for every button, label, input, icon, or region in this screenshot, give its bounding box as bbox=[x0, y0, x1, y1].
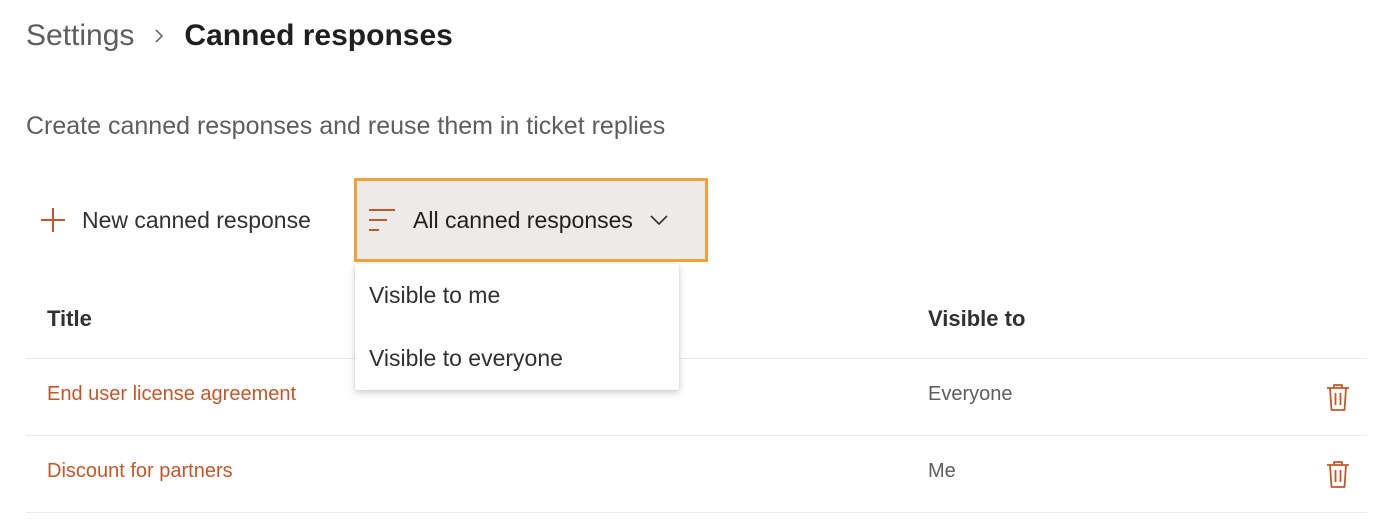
chevron-right-icon bbox=[134, 27, 184, 45]
filter-dropdown-menu: Visible to me Visible to everyone bbox=[355, 264, 679, 390]
trash-icon[interactable] bbox=[1323, 381, 1353, 413]
breadcrumb-settings-link[interactable]: Settings bbox=[26, 19, 134, 53]
toolbar: New canned response All canned responses bbox=[26, 178, 708, 262]
table-row: Discount for partners Me bbox=[26, 436, 1367, 513]
visible-to-value: Me bbox=[928, 460, 956, 482]
response-title-link[interactable]: Discount for partners bbox=[47, 460, 233, 483]
column-header-title[interactable]: Title bbox=[47, 306, 92, 332]
new-canned-response-label: New canned response bbox=[82, 206, 311, 233]
chevron-down-icon bbox=[649, 213, 669, 227]
filter-lines-icon bbox=[367, 206, 399, 234]
filter-dropdown-button[interactable]: All canned responses bbox=[354, 178, 708, 262]
filter-dropdown-label: All canned responses bbox=[413, 206, 633, 233]
trash-icon[interactable] bbox=[1323, 458, 1353, 490]
page-description: Create canned responses and reuse them i… bbox=[26, 112, 666, 140]
column-header-visible-to[interactable]: Visible to bbox=[928, 306, 1025, 332]
menu-item-visible-to-everyone[interactable]: Visible to everyone bbox=[355, 327, 679, 390]
menu-item-visible-to-me[interactable]: Visible to me bbox=[355, 264, 679, 327]
plus-icon bbox=[38, 205, 68, 235]
table-header: Title Visible to bbox=[26, 282, 1367, 359]
table-row: End user license agreement Everyone bbox=[26, 359, 1367, 436]
page-title: Canned responses bbox=[184, 19, 453, 52]
new-canned-response-button[interactable]: New canned response bbox=[26, 180, 327, 260]
visible-to-value: Everyone bbox=[928, 383, 1013, 405]
breadcrumb: Settings Canned responses bbox=[26, 14, 453, 58]
response-title-link[interactable]: End user license agreement bbox=[47, 383, 296, 406]
canned-responses-table: Title Visible to End user license agreem… bbox=[26, 282, 1367, 513]
